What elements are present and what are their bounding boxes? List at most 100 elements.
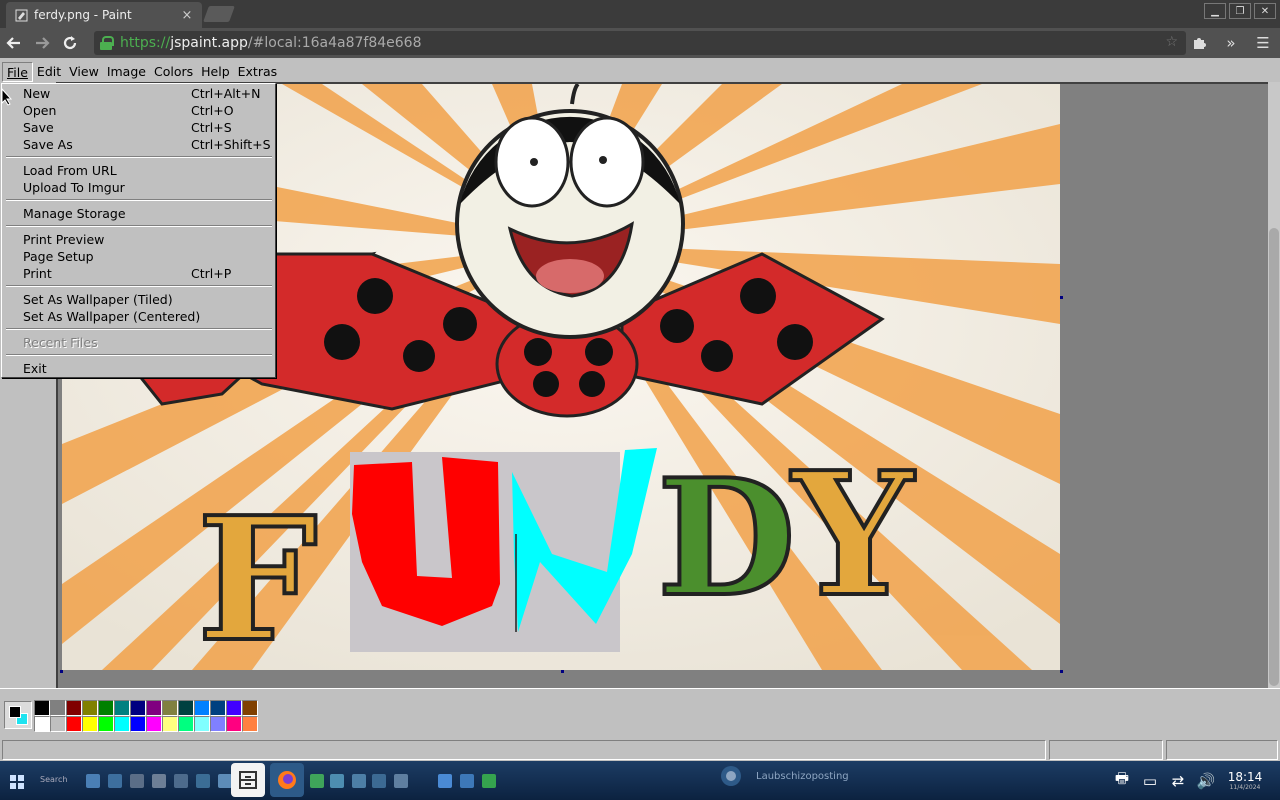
palette-swatch[interactable] [178, 700, 194, 716]
menu-edit[interactable]: Edit [33, 62, 65, 82]
palette-swatch[interactable] [178, 716, 194, 732]
back-arrow-icon[interactable] [0, 29, 28, 57]
foreground-color[interactable] [9, 706, 21, 718]
taskbar-search[interactable]: Search [40, 775, 67, 784]
resize-handle-bottom-left[interactable] [60, 670, 63, 673]
letter-y: Y [790, 435, 915, 635]
file-menu-item[interactable]: Load From URL [4, 162, 274, 179]
new-tab-button[interactable] [203, 6, 235, 22]
app-icon-7[interactable] [310, 774, 324, 788]
palette-swatch[interactable] [146, 700, 162, 716]
reload-icon[interactable] [56, 29, 84, 57]
file-manager-icon[interactable] [86, 774, 100, 788]
palette-swatch[interactable] [34, 700, 50, 716]
restore-icon[interactable]: ❐ [1229, 3, 1251, 19]
printer-icon[interactable]: 🖶 [1108, 768, 1136, 793]
file-menu-item[interactable]: Open Ctrl+O [4, 102, 274, 119]
app-icon-13[interactable] [460, 774, 474, 788]
display-icon[interactable]: ▭ [1136, 772, 1164, 790]
minimize-icon[interactable]: ▁ [1204, 3, 1226, 19]
app-icon-6[interactable] [218, 774, 232, 788]
chevron-double-right-icon[interactable]: » [1218, 30, 1244, 56]
current-colors[interactable] [4, 701, 32, 729]
browser-tab[interactable]: ferdy.png - Paint × [6, 2, 202, 28]
file-menu-item[interactable]: Set As Wallpaper (Tiled) [4, 291, 274, 308]
menu-extras[interactable]: Extras [234, 62, 282, 82]
resize-handle-bottom[interactable] [561, 670, 564, 673]
forward-arrow-icon[interactable] [28, 29, 56, 57]
app-icon-11[interactable] [394, 774, 408, 788]
app-icon-4[interactable] [174, 774, 188, 788]
puzzle-icon[interactable] [1186, 30, 1212, 56]
app-icon-1[interactable] [108, 774, 122, 788]
clock-date: 11/4/2024 [1229, 784, 1261, 791]
app-icon-3[interactable] [152, 774, 166, 788]
file-menu-item[interactable]: Save Ctrl+S [4, 119, 274, 136]
file-menu-item[interactable]: Upload To Imgur [4, 179, 274, 196]
app-icon-8[interactable] [330, 774, 344, 788]
vertical-scrollbar[interactable] [1268, 82, 1280, 688]
palette-swatch[interactable] [194, 716, 210, 732]
palette-swatch[interactable] [130, 700, 146, 716]
palette-swatch[interactable] [82, 716, 98, 732]
palette-swatch[interactable] [210, 700, 226, 716]
menu-item-label: New [23, 86, 51, 101]
file-menu-item[interactable]: Save As Ctrl+Shift+S [4, 136, 274, 153]
start-menu-icon[interactable] [10, 774, 24, 789]
tab-close-icon[interactable]: × [180, 8, 194, 23]
palette-swatch[interactable] [50, 700, 66, 716]
file-menu-item[interactable]: Print Ctrl+P [4, 265, 274, 282]
hamburger-menu-icon[interactable]: ☰ [1250, 30, 1276, 56]
palette-swatch[interactable] [162, 716, 178, 732]
palette-swatch[interactable] [98, 700, 114, 716]
app-icon-14[interactable] [482, 774, 496, 788]
palette-swatch[interactable] [210, 716, 226, 732]
scrollbar-thumb[interactable] [1269, 228, 1279, 686]
file-menu-item[interactable]: New Ctrl+Alt+N [4, 85, 274, 102]
palette-swatch[interactable] [226, 716, 242, 732]
network-icon[interactable]: ⇄ [1164, 772, 1192, 790]
menu-item-shortcut: Ctrl+P [191, 266, 232, 281]
clock[interactable]: 18:14 11/4/2024 [1220, 770, 1270, 791]
palette-swatch[interactable] [114, 716, 130, 732]
menu-colors[interactable]: Colors [150, 62, 197, 82]
palette-swatch[interactable] [162, 700, 178, 716]
volume-icon[interactable]: 🔊 [1192, 772, 1220, 790]
close-window-icon[interactable]: ✕ [1254, 3, 1276, 19]
file-menu-item[interactable]: Manage Storage [4, 205, 274, 222]
resize-handle-right[interactable] [1060, 296, 1063, 299]
app-icon-5[interactable] [196, 774, 210, 788]
menu-view[interactable]: View [65, 62, 103, 82]
menu-help[interactable]: Help [197, 62, 234, 82]
app-icon-2[interactable] [130, 774, 144, 788]
status-text-field [2, 740, 1046, 760]
palette-swatch[interactable] [130, 716, 146, 732]
palette-swatch[interactable] [98, 716, 114, 732]
file-menu-item[interactable]: Exit [4, 360, 274, 377]
palette-swatch[interactable] [242, 716, 258, 732]
app-icon-10[interactable] [372, 774, 386, 788]
resize-handle-corner[interactable] [1060, 670, 1063, 673]
app-icon-9[interactable] [352, 774, 366, 788]
address-bar[interactable]: https://jspaint.app/#local:16a4a87f84e66… [94, 31, 1186, 55]
app-icon-12[interactable] [438, 774, 452, 788]
firefox-icon[interactable] [270, 763, 304, 797]
palette-swatch[interactable] [66, 716, 82, 732]
archive-manager-icon[interactable] [231, 763, 265, 797]
file-menu-item[interactable]: Print Preview [4, 231, 274, 248]
palette-swatch[interactable] [50, 716, 66, 732]
file-menu-item[interactable]: Page Setup [4, 248, 274, 265]
palette-swatch[interactable] [114, 700, 130, 716]
palette-swatch[interactable] [226, 700, 242, 716]
menu-image[interactable]: Image [103, 62, 150, 82]
palette-swatch[interactable] [194, 700, 210, 716]
palette-swatch[interactable] [66, 700, 82, 716]
bookmark-star-icon[interactable]: ☆ [1165, 34, 1178, 50]
palette-swatch[interactable] [242, 700, 258, 716]
palette-swatch[interactable] [82, 700, 98, 716]
file-menu-item[interactable]: Set As Wallpaper (Centered) [4, 308, 274, 325]
palette-swatch[interactable] [34, 716, 50, 732]
menu-separator [6, 354, 272, 356]
menu-file[interactable]: File [2, 62, 33, 82]
palette-swatch[interactable] [146, 716, 162, 732]
